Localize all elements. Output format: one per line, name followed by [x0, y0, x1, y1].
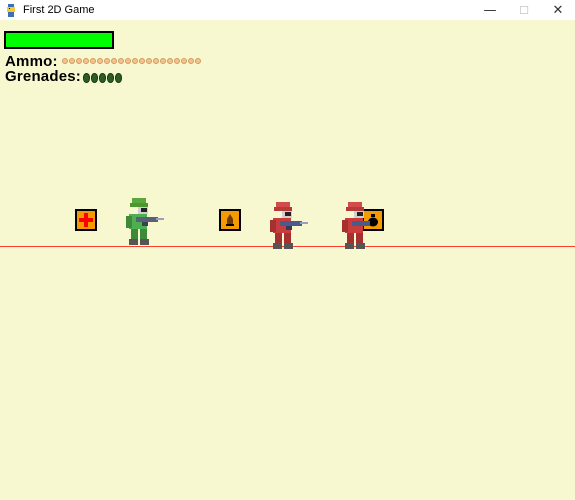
grenades-label: Grenades:	[5, 68, 81, 85]
red-cross-icon	[79, 213, 93, 227]
bullet-icon	[226, 214, 234, 226]
player-soldier	[126, 198, 164, 245]
ammo-bullet-icon	[104, 58, 110, 64]
ammo-bullet-icon	[139, 58, 145, 64]
ammo-bullet-icon	[188, 58, 194, 64]
ammo-bullet-icon	[111, 58, 117, 64]
ammo-bullet-icon	[118, 58, 124, 64]
ammo-bullet-icon	[195, 58, 201, 64]
minimize-button[interactable]: —	[473, 0, 507, 20]
grenade-icon	[115, 73, 122, 83]
ammo-indicator	[62, 58, 201, 66]
game-canvas[interactable]: Ammo: Grenades:	[0, 20, 575, 500]
health-bar	[4, 31, 114, 49]
enemy-soldier	[270, 202, 308, 249]
ammo-bullet-icon	[83, 58, 89, 64]
grenade-icon	[83, 73, 90, 83]
ammo-bullet-icon	[69, 58, 75, 64]
window-title: First 2D Game	[23, 4, 95, 16]
pygame-snake-icon	[7, 3, 15, 17]
ammo-bullet-icon	[97, 58, 103, 64]
ammo-bullet-icon	[181, 58, 187, 64]
ammo-bullet-icon	[174, 58, 180, 64]
ammo-bullet-icon	[125, 58, 131, 64]
health-crate	[75, 209, 97, 231]
ammo-bullet-icon	[90, 58, 96, 64]
ammo-crate	[219, 209, 241, 231]
window-controls: — ☐ ✕	[473, 0, 575, 20]
ammo-bullet-icon	[76, 58, 82, 64]
grenade-icon	[99, 73, 106, 83]
ammo-bullet-icon	[153, 58, 159, 64]
ammo-bullet-icon	[160, 58, 166, 64]
ammo-bullet-icon	[167, 58, 173, 64]
game-window: First 2D Game — ☐ ✕ Ammo: Grenades:	[0, 0, 575, 500]
ammo-bullet-icon	[62, 58, 68, 64]
title-bar[interactable]: First 2D Game — ☐ ✕	[0, 0, 575, 20]
grenade-icon	[107, 73, 114, 83]
ammo-bullet-icon	[146, 58, 152, 64]
maximize-button[interactable]: ☐	[507, 0, 541, 20]
grenade-indicator	[83, 73, 122, 83]
close-button[interactable]: ✕	[541, 0, 575, 20]
grenade-icon	[91, 73, 98, 83]
health-bar-fill	[6, 33, 112, 47]
ammo-bullet-icon	[132, 58, 138, 64]
enemy-soldier	[342, 202, 370, 249]
